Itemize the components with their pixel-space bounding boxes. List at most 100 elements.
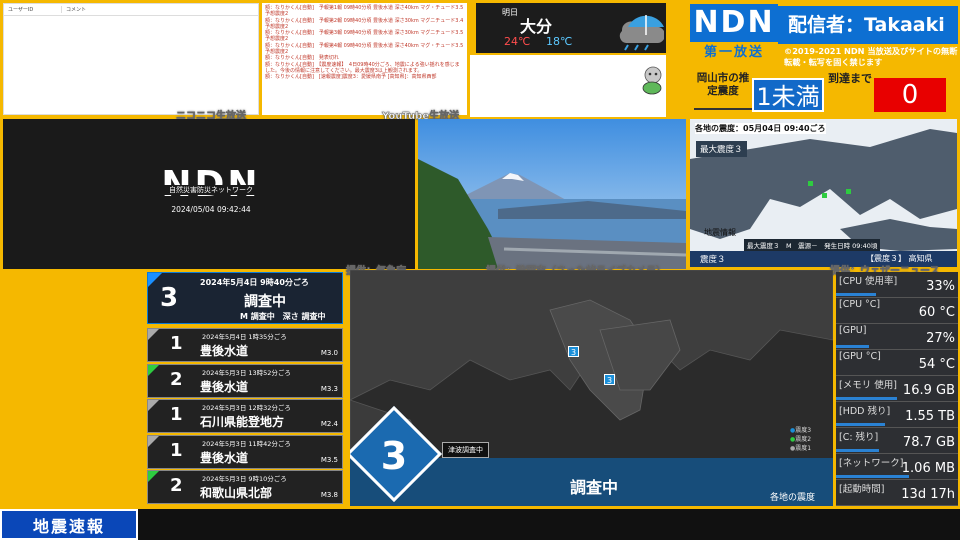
stat-value: 13d 17h: [901, 487, 955, 502]
legend-item-1: ●震度1: [790, 445, 812, 452]
bigmap-intensity: 3: [380, 434, 408, 478]
stat-label: [メモリ 使用]: [839, 380, 897, 391]
chat-message: 額：なりかくん[自動] 予報第4報 09時40分頃 豊後水道 深さ40km マグ…: [265, 42, 464, 56]
youtube-chat-panel: 額：なりかくん[自動] 予報第1報 09時40分頃 豊後水道 深さ40km マグ…: [262, 3, 467, 115]
intensity-color-marker: [148, 471, 159, 482]
intensity-color-marker: [148, 364, 159, 376]
row-intensity: 2: [170, 475, 183, 496]
stat-value: 33%: [926, 279, 955, 294]
row-place: 石川県能登地方: [200, 415, 285, 429]
stat-bar: [836, 397, 897, 400]
intensity-color-marker: [148, 329, 159, 340]
row-place: 豊後水道: [200, 379, 249, 394]
epicenter-map-panel: 3 3 3 津波調査中 調査中 各地の震度 ●震度3 ●震度2 ●震度1: [350, 270, 833, 506]
stat-row: [GPU] 27%: [836, 324, 958, 350]
shindo-map-intensity: 震度３: [700, 255, 726, 265]
weather-high: 24℃: [504, 35, 531, 48]
stat-label: [GPU °C]: [839, 351, 881, 362]
stat-row: [CPU 使用率] 33%: [836, 272, 958, 298]
row-magnitude: M2.4: [320, 420, 338, 428]
mascot-panel: [470, 55, 666, 117]
intensity-color-marker: [148, 435, 159, 447]
stat-bar: [836, 423, 885, 426]
streamer-name: 配信者：Takaaki: [778, 6, 958, 44]
weather-low: 18℃: [546, 35, 573, 48]
row-datetime: 2024年5月3日 9時10分ごろ: [202, 475, 287, 483]
row-place: 豊後水道: [200, 450, 249, 465]
ndn-video-datetime: 2024/05/04 09:42:44: [171, 205, 251, 214]
latest-datetime: 2024年5月4日 9時40分ごろ: [200, 278, 309, 287]
row-magnitude: M3.0: [320, 349, 338, 357]
weather-day-label: 明日: [502, 8, 518, 17]
stat-row: [C: 残り] 78.7 GB: [836, 428, 958, 454]
stat-label: [ネットワーク]: [839, 458, 904, 469]
breaking-news-ticker: 地震速報: [0, 509, 960, 540]
stat-row: [起動時間] 13d 17h: [836, 480, 958, 506]
weather-panel: 明日 大分 24℃ 18℃: [476, 3, 666, 53]
latest-detail: M 調査中 深さ 調査中: [240, 312, 326, 321]
intensity-marker: 3: [604, 374, 615, 385]
stat-bar: [836, 293, 877, 296]
broadcast-channel: 第一放送: [703, 45, 764, 60]
legend-item-2: ●震度2: [790, 436, 812, 443]
chat-message: 額：なりかくん[自動] 予報第2報 09時40分頃 豊後水道 深さ30km マグ…: [265, 17, 464, 30]
stat-label: [C: 残り]: [839, 432, 879, 443]
latest-intensity: 3: [160, 283, 179, 313]
row-intensity: 2: [170, 368, 183, 390]
intensity-marker: 3: [568, 346, 579, 357]
stat-label: [HDD 残り]: [839, 406, 891, 417]
stat-row: [メモリ 使用] 16.9 GB: [836, 376, 958, 402]
live-camera-panel: [418, 119, 686, 269]
stat-label: [GPU]: [839, 325, 867, 336]
stat-value: 1.06 MB: [901, 461, 955, 476]
stat-label: [CPU °C]: [839, 299, 881, 310]
stat-bar: [836, 475, 910, 478]
stat-label: [起動時間]: [839, 484, 885, 495]
row-intensity: 1: [170, 333, 183, 354]
earthquake-info-label: 地震情報: [704, 228, 736, 237]
earthquake-history-list: 3 2024年5月4日 9時40分ごろ 調査中 M 調査中 深さ 調査中 1 20…: [143, 270, 345, 506]
row-place: 豊後水道: [200, 344, 249, 358]
stat-bar: [836, 449, 879, 452]
bigmap-place: 調査中: [570, 478, 619, 497]
ndn-logo: NDN: [690, 4, 778, 42]
mascot-icon: [642, 66, 662, 95]
intensity-legend: ●震度3 ●震度2 ●震度1: [790, 426, 811, 453]
chat-message: 額：なりかくん[自動] 予報第3報 09時40分頃 豊後水道 深さ30km マグ…: [265, 30, 464, 43]
chat-message: 額：なりかくん[自動] 予報第1報 09時40分頃 豊後水道 深さ40km マグ…: [265, 5, 464, 18]
ndn-header: NDN 配信者：Takaaki 第一放送 ©2019-2021 NDN 当放送及…: [690, 4, 960, 116]
user-id-header: ユーザーID: [4, 6, 62, 13]
arrival-label: 到達まで: [828, 72, 872, 85]
stat-value: 1.55 TB: [905, 409, 955, 424]
earthquake-row[interactable]: 2 2024年5月3日 13時52分ごろ 豊後水道 M3.3: [147, 363, 343, 398]
broadcast-screen: ユーザーID コメント ニコニコ生放送 額：なりかくん[自動] 予報第1報 09…: [0, 0, 960, 540]
earthquake-row[interactable]: 1 2024年5月3日 12時32分ごろ 石川県能登地方 M2.4: [147, 399, 343, 433]
row-place: 和歌山県北部: [200, 486, 273, 500]
row-intensity: 1: [170, 404, 183, 425]
earthquake-row[interactable]: 1 2024年5月4日 1時35分ごろ豊後水道 M3.0: [147, 328, 343, 362]
stat-row: [ネットワーク] 1.06 MB: [836, 454, 958, 480]
comment-header: コメント: [66, 7, 87, 13]
estimated-intensity-label: 岡山市の推定震度: [694, 72, 752, 110]
stat-bar: [836, 345, 869, 348]
intensity-color-marker: [148, 400, 159, 411]
ndn-video-panel: NDN 自然災害防災ネットワーク 2024/05/04 09:42:44: [3, 119, 415, 269]
stat-value: 27%: [926, 331, 955, 346]
shindo-map-panel: 各地の震度：05月04日 09:40ごろ 最大震度３ 地震情報 最大震度３ M …: [690, 119, 957, 267]
mountain-camera-image: [418, 119, 686, 269]
chat-message: 額：なりかくん[自動] 【震度速報】 4日09時40分ごろ、地震による強い揺れを…: [265, 61, 460, 74]
nico-comment-panel: ユーザーID コメント: [3, 3, 259, 115]
rain-umbrella-icon: [619, 15, 664, 51]
weather-city: 大分: [520, 17, 553, 36]
breaking-news-label: 地震速報: [0, 509, 138, 540]
row-datetime: 2024年5月4日 1時35分ごろ: [202, 333, 287, 341]
latest-earthquake-card[interactable]: 3 2024年5月4日 9時40分ごろ 調査中 M 調査中 深さ 調査中: [147, 272, 343, 324]
earthquake-row[interactable]: 1 2024年5月3日 11時42分ごろ 豊後水道 M3.5: [147, 434, 343, 469]
stat-row: [CPU °C] 60 °C: [836, 298, 958, 324]
row-magnitude: M3.8: [320, 491, 338, 499]
stat-row: [HDD 残り] 1.55 TB: [836, 402, 958, 428]
stat-label: [CPU 使用率]: [839, 276, 898, 287]
earthquake-row[interactable]: 2 2024年5月3日 9時10分ごろ和歌山県北部 M3.8: [147, 470, 343, 504]
row-intensity: 1: [170, 439, 183, 461]
ndn-video-subtitle: 自然災害防災ネットワーク: [153, 185, 269, 195]
